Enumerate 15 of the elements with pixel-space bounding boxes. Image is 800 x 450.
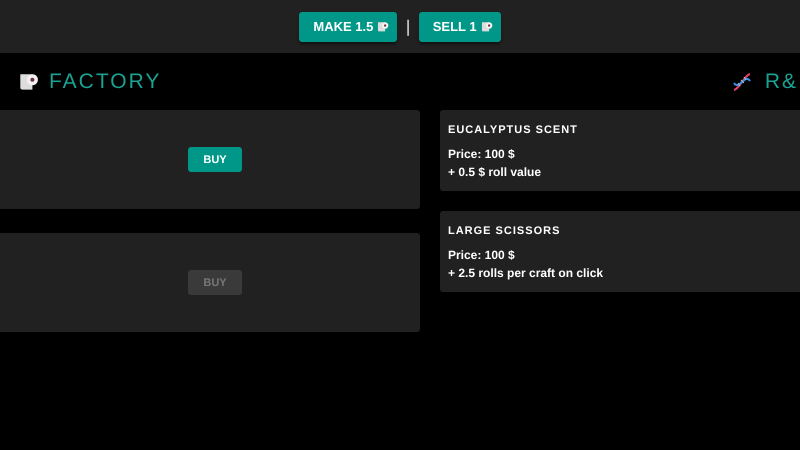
dna-icon bbox=[730, 70, 753, 92]
upgrade-price: Price: 100 $ bbox=[448, 146, 516, 163]
upgrade-name: LARGE SCISSORS bbox=[448, 225, 562, 237]
action-button[interactable]: SELL 1 bbox=[418, 12, 501, 42]
upgrade-name: EUCALYPTUS SCENT bbox=[448, 124, 579, 136]
section-title: FACTORY bbox=[49, 70, 162, 94]
upgrade-price: Price: 100 $ bbox=[448, 247, 516, 264]
section-title: R& bbox=[764, 70, 798, 94]
action-button[interactable]: MAKE 1.5 bbox=[299, 12, 398, 42]
toilet-roll-icon bbox=[480, 20, 493, 32]
upgrade-effect: + 2.5 rolls per craft on click bbox=[448, 265, 604, 282]
separator-text: | bbox=[405, 17, 411, 36]
toilet-roll-icon bbox=[376, 20, 390, 32]
upgrade-effect: + 0.5 $ roll value bbox=[448, 164, 542, 181]
buy-button[interactable]: BUY bbox=[188, 147, 242, 172]
